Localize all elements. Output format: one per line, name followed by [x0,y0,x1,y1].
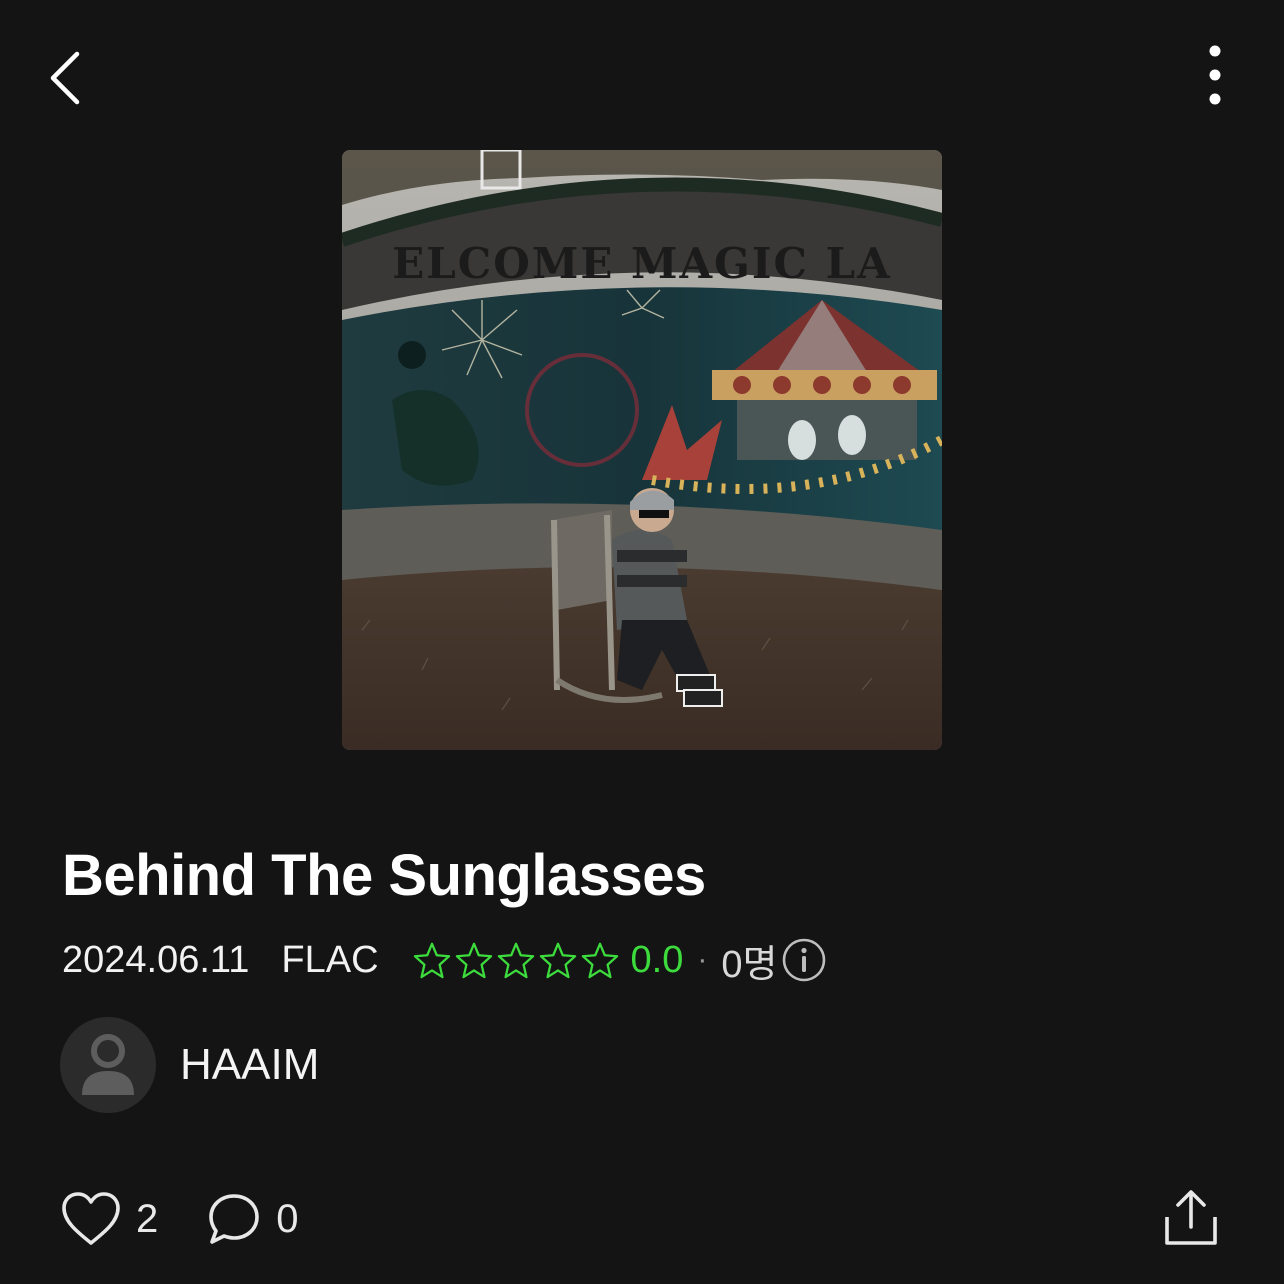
rating-count: 0명 [721,943,778,986]
star-icon[interactable] [497,941,535,979]
album-title: Behind The Sunglasses [62,843,706,908]
cover-sign-text: ELCOME MAGIC LA [392,239,891,288]
star-icon[interactable] [581,941,619,979]
star-icon[interactable] [413,941,451,979]
user-silhouette-icon [82,1034,134,1095]
avatar[interactable] [60,1017,156,1113]
artist-name[interactable]: HAAIM [180,1040,319,1090]
comment-count: 0 [276,1196,299,1241]
release-date: 2024.06.11 [62,938,250,981]
chevron-left-icon [50,51,80,105]
back-button[interactable] [30,40,100,116]
artist-row[interactable]: HAAIM [60,1017,319,1113]
like-button[interactable]: 2 [60,1191,158,1247]
comment-bubble-icon [209,1194,260,1244]
star-rating[interactable] [413,941,619,979]
star-icon[interactable] [455,941,493,979]
action-bar: 2 0 [60,1188,299,1250]
share-button[interactable] [1160,1184,1222,1250]
album-cover[interactable]: ELCOME MAGIC LA [342,150,942,750]
more-options-button[interactable] [1180,36,1250,114]
info-icon[interactable] [781,937,827,983]
album-meta-row: 2024.06.11 FLAC 0.0 · 0명 [62,934,827,986]
comment-button[interactable]: 0 [206,1191,299,1247]
star-icon[interactable] [539,941,577,979]
album-detail-screen: ELCOME MAGIC LA Behind The Sunglasses 20… [0,0,1284,1284]
audio-format: FLAC [281,938,379,981]
meta-separator: · [697,943,708,976]
share-icon [1165,1190,1217,1245]
heart-icon [62,1192,120,1245]
vertical-ellipsis-icon [1209,45,1221,105]
rating-value: 0.0 [630,938,684,981]
album-cover-art: ELCOME MAGIC LA [342,150,942,750]
like-count: 2 [136,1196,159,1241]
